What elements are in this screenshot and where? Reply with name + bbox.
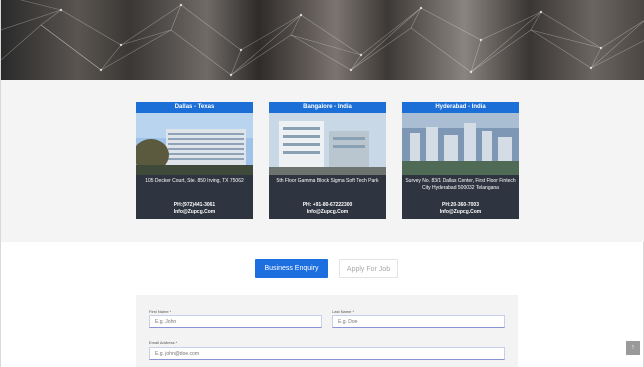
- location-email[interactable]: Info@Zupcg.Com: [139, 209, 250, 216]
- location-email[interactable]: Info@Zupcg.Com: [405, 209, 516, 216]
- locations-section: Dallas - Texas 105 Decker Court, Ste. 85…: [1, 80, 644, 242]
- location-phone: PH:(972)441-3061: [173, 202, 216, 208]
- first-name-label: First Name *: [149, 309, 172, 314]
- last-name-label: Last Name *: [332, 309, 355, 314]
- enquiry-form: First Name * Last Name * Email Address *: [136, 295, 518, 367]
- office-photo: [136, 113, 253, 175]
- location-phone: PH: +91-80-67222300: [302, 202, 353, 208]
- location-email[interactable]: Info@Zupcg.Com: [272, 209, 383, 216]
- scroll-to-top-button[interactable]: ↑: [626, 341, 640, 355]
- network-lines-graphic: [1, 0, 644, 77]
- office-photo: [269, 113, 386, 175]
- location-card-hyderabad: Hyderabad - India Survey No. 83/1 Dallas…: [402, 102, 519, 219]
- location-card-title: Bangalore - India: [269, 102, 386, 113]
- first-name-input[interactable]: [149, 315, 322, 328]
- hero-banner: [1, 0, 644, 80]
- location-card-dallas: Dallas - Texas 105 Decker Court, Ste. 85…: [136, 102, 253, 219]
- office-photo: [402, 113, 519, 175]
- last-name-input[interactable]: [332, 315, 505, 328]
- tab-business-enquiry[interactable]: Business Enquiry: [255, 259, 328, 278]
- arrow-up-icon: ↑: [631, 344, 635, 351]
- page: Dallas - Texas 105 Decker Court, Ste. 85…: [0, 0, 644, 367]
- location-card-title: Hyderabad - India: [402, 102, 519, 113]
- location-card-bangalore: Bangalore - India 5th Floor Gamma Block …: [269, 102, 386, 219]
- email-input[interactable]: [149, 347, 505, 360]
- location-address: Survey No. 83/1 Dallas Center, First Flo…: [405, 178, 516, 191]
- location-address: 5th Floor Gamma Block Sigma Soft Tech Pa…: [276, 178, 379, 184]
- tab-apply-for-job[interactable]: Apply For Job: [339, 259, 398, 278]
- location-card-title: Dallas - Texas: [136, 102, 253, 113]
- location-phone: PH:20-360-7003: [442, 202, 479, 208]
- email-label: Email Address *: [149, 340, 178, 345]
- location-address: 105 Decker Court, Ste. 850 Irving, TX 75…: [145, 178, 244, 184]
